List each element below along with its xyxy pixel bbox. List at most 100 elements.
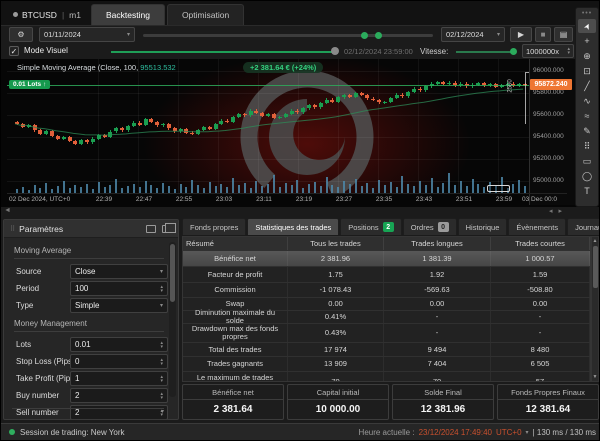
text-tool-icon[interactable]: T — [578, 184, 596, 198]
price-tick-label: 95600.000 — [533, 111, 564, 118]
timezone-caret-icon[interactable]: ▾ — [526, 429, 529, 436]
timezone-value[interactable]: UTC+0 — [496, 428, 522, 437]
target-icon[interactable]: ⊡ — [578, 64, 596, 78]
symbol-tab[interactable]: BTCUSD | m1 — [1, 4, 91, 25]
parameters-header[interactable]: ⠿ Paramètres — [4, 220, 178, 238]
statistics-tabs: Fonds propres Statistiques des trades Posi… — [182, 217, 599, 235]
tab-count-badge: 2 — [382, 222, 394, 232]
visual-mode-checkbox[interactable]: ✓ — [9, 46, 19, 56]
stat-value: 9 494 — [384, 343, 491, 356]
pattern-icon[interactable]: ⠿ — [578, 139, 596, 153]
param-stepper[interactable]: 2 ▴ ▾ — [70, 388, 168, 403]
table-row[interactable]: Drawdown max des fonds propres 0.43% - - — [183, 324, 590, 343]
tab-journaux-d-v-nements[interactable]: Journaux d'évènements — [567, 218, 599, 235]
crosshair-dot-icon[interactable]: ⊕ — [578, 49, 596, 63]
tab-positions[interactable]: Positions 2 — [340, 218, 402, 235]
position-lots-badge[interactable]: 0.01 Lots ↑ — [9, 80, 51, 89]
stat-label: Total des trades — [183, 343, 288, 356]
table-row[interactable]: Bénéfice net 2 381.96 1 381.39 1 000.57 — [183, 251, 590, 267]
chart-nav-handle[interactable] — [487, 185, 510, 192]
column-header: Trades courtes — [491, 237, 590, 250]
stat-value: - — [384, 311, 491, 323]
scroll-right-icon[interactable]: ◂ ▸ — [549, 207, 564, 215]
tab-optimisation[interactable]: Optimisation — [166, 4, 245, 25]
param-value: 2 — [75, 391, 80, 400]
indicator-label[interactable]: Simple Moving Average (Close, 100, 95513… — [17, 63, 176, 72]
table-row[interactable]: Facteur de profit 1.75 1.92 1.59 — [183, 267, 590, 283]
session-label: Session de trading: New York — [20, 427, 125, 437]
menu-icon: ▤ — [559, 30, 568, 39]
table-row[interactable]: Diminution maximale du solde 0.41% - - — [183, 309, 590, 325]
period-range-slider[interactable] — [143, 32, 433, 39]
visual-mode-row: ✓ Mode Visuel 02/12/2024 23:59:00 Vitess… — [1, 44, 574, 59]
tab-ordres[interactable]: Ordres 0 — [402, 218, 457, 235]
scroll-left-icon[interactable]: ◄ — [4, 207, 11, 214]
param-select[interactable]: Close ▾ — [70, 264, 168, 279]
ellipse-icon[interactable]: ◯ — [578, 169, 596, 183]
range-handle-start[interactable] — [361, 32, 368, 39]
tab--v-nements[interactable]: Évènements — [508, 218, 567, 235]
playback-progress[interactable] — [111, 51, 334, 53]
stat-value: 0.00 — [384, 298, 491, 310]
table-row[interactable]: Le maximum de trades gagnants consécutif… — [183, 372, 590, 381]
trend-line-icon[interactable]: ╱ — [578, 79, 596, 93]
pen-icon[interactable]: ✎ — [578, 124, 596, 138]
chevron-down-icon: ▾ — [496, 32, 500, 38]
end-date-select[interactable]: 02/12/2024 ▾ — [441, 27, 505, 42]
price-tick-label: 95800.000 — [533, 89, 564, 96]
tab-historique[interactable]: Historique — [457, 218, 508, 235]
param-stepper[interactable]: 100 ▴ ▾ — [70, 281, 168, 296]
stat-label: Le maximum de trades gagnants consécutif… — [183, 372, 288, 381]
chart-scrollbar[interactable]: ◄ ◂ ▸ — [1, 207, 599, 216]
param-stepper[interactable]: 1 ▴ ▾ — [70, 371, 168, 386]
rectangle-icon[interactable]: ▭ — [578, 154, 596, 168]
settings-button[interactable]: ⚙ — [9, 27, 33, 42]
start-date-select[interactable]: 01/11/2024 ▾ — [39, 27, 135, 42]
playback-handle[interactable] — [331, 47, 339, 55]
price-tick-label: 95200.000 — [533, 155, 564, 162]
tab-fonds-propres[interactable]: Fonds propres — [182, 218, 247, 235]
speed-slider[interactable] — [456, 51, 514, 53]
time-tick-label: 22:47 — [135, 196, 153, 203]
chevron-down-icon: ▾ — [126, 32, 130, 38]
scrollbar-thumb[interactable] — [170, 244, 175, 302]
price-axis[interactable]: 96000.000 95800.000 95600.000 95400.000 9520… — [529, 59, 575, 205]
expand-more-icon[interactable]: ▾ — [161, 408, 164, 415]
scrollbar-thumb[interactable] — [593, 246, 598, 288]
table-row[interactable]: Commission -1 078.43 -569.63 -508.80 — [183, 283, 590, 298]
play-button[interactable]: ▶ — [510, 27, 532, 42]
price-chart[interactable]: Simple Moving Average (Close, 100, 95513… — [1, 59, 599, 207]
param-stepper[interactable]: 0.01 ▴ ▾ — [70, 337, 168, 352]
summary-value: 2 381.64 — [213, 404, 253, 415]
table-row[interactable]: Trades gagnants 13 909 7 404 6 505 — [183, 357, 590, 372]
crosshair-icon[interactable]: + — [578, 34, 596, 48]
stop-button[interactable]: ■ — [535, 27, 551, 42]
section-title: Moving Average — [14, 246, 164, 259]
tab-backtesting[interactable]: Backtesting — [90, 4, 165, 25]
multi-line-icon[interactable]: ≈ — [578, 109, 596, 123]
chart-plot[interactable]: Simple Moving Average (Close, 100, 95513… — [7, 59, 529, 193]
popout-icon[interactable] — [162, 222, 176, 233]
tab-count-badge: 0 — [437, 222, 449, 232]
table-scrollbar[interactable]: ▲ ▼ — [591, 236, 599, 382]
range-handle-end[interactable] — [375, 32, 382, 39]
param-stepper[interactable]: 0 ▴ ▾ — [70, 354, 168, 369]
pointer-icon[interactable]: ➤ — [578, 19, 596, 33]
parameters-scrollbar[interactable] — [169, 242, 176, 397]
table-row[interactable]: Total des trades 17 974 9 494 8 480 — [183, 343, 590, 357]
param-select[interactable]: Simple ▾ — [70, 298, 168, 313]
scrollbar-up-icon[interactable]: ▲ — [592, 238, 598, 244]
position-entry-line[interactable] — [7, 85, 529, 86]
playback-time: 02/12/2024 23:59:00 — [344, 47, 413, 56]
polyline-icon[interactable]: ∿ — [578, 94, 596, 108]
dock-icon[interactable] — [146, 224, 156, 233]
log-view-button[interactable]: ▤ — [554, 27, 573, 42]
stat-value: - — [491, 311, 590, 323]
tab-statistiques-des-trades[interactable]: Statistiques des trades — [247, 218, 340, 235]
scrollbar-down-icon[interactable]: ▼ — [592, 374, 598, 380]
end-date-value: 02/12/2024 — [446, 30, 484, 39]
time-axis[interactable]: 02 Dec 2024, UTC+0 22:39 22:47 22:55 23:03 2… — [7, 193, 567, 206]
speed-value-spinner[interactable]: 1000000x ▴ ▾ — [522, 44, 574, 58]
param-label: Lots — [16, 340, 32, 349]
speed-handle[interactable] — [510, 48, 517, 55]
